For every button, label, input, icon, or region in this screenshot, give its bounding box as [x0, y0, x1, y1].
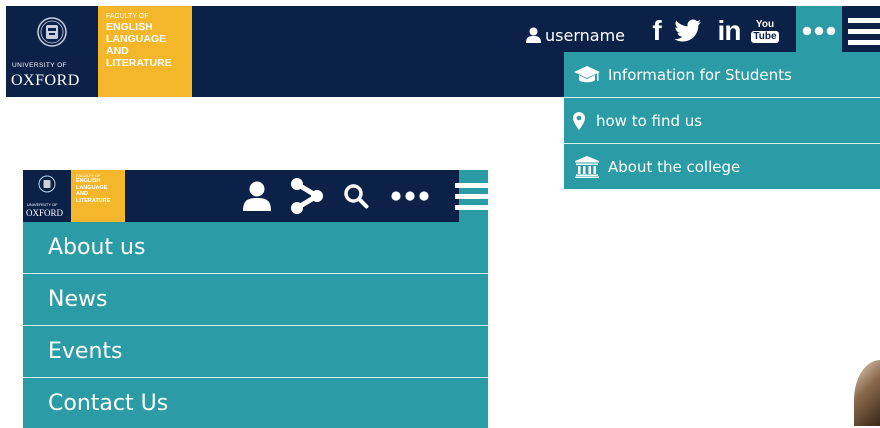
more-button[interactable]: [387, 174, 433, 218]
faculty-line: LITERATURE: [76, 197, 111, 204]
more-icon: [391, 191, 429, 201]
menu-item-label: About us: [48, 235, 146, 260]
menu-item-contact-us[interactable]: Contact Us: [23, 378, 488, 428]
dropdown-item-label: how to find us: [596, 111, 703, 130]
search-button[interactable]: [341, 174, 371, 218]
menu-item-label: Events: [48, 339, 123, 364]
oxford-logo[interactable]: UNIVERSITY OF OXFORD: [23, 170, 71, 222]
oxford-wordmark: OXFORD: [11, 72, 80, 89]
faculty-of-label: FACULTY OF: [106, 13, 149, 20]
menu-button[interactable]: [842, 6, 880, 56]
faculty-logo[interactable]: FACULTY OF ENGLISH LANGUAGE AND LITERATU…: [71, 170, 125, 222]
user-account-link[interactable]: username: [526, 20, 625, 50]
faculty-line: ENGLISH: [106, 21, 153, 33]
linkedin-link[interactable]: in: [712, 14, 746, 48]
oxford-logo[interactable]: UNIVERSITY OF OXFORD: [6, 6, 98, 97]
dropdown-item-label: Information for Students: [608, 65, 792, 84]
twitter-icon: [674, 19, 701, 42]
hamburger-bar: [454, 204, 493, 210]
hamburger-bar: [454, 193, 493, 199]
facebook-link[interactable]: f: [646, 14, 668, 48]
university-of-label: UNIVERSITY OF: [12, 62, 67, 69]
institution-icon: [572, 155, 602, 178]
hamburger-bar: [848, 17, 880, 23]
share-icon: [291, 178, 323, 214]
twitter-link[interactable]: [672, 14, 704, 48]
hamburger-bar: [848, 28, 880, 34]
graduation-cap-icon: [572, 65, 602, 85]
youtube-tube-label: Tube: [751, 30, 779, 43]
partial-photo: [854, 360, 880, 426]
dropdown-item-find-us[interactable]: how to find us: [564, 98, 880, 144]
facebook-icon: f: [652, 15, 662, 46]
dropdown-item-college[interactable]: About the college: [564, 144, 880, 189]
main-navigation-menu: About us News Events Contact Us: [23, 222, 488, 428]
menu-button[interactable]: [454, 170, 493, 222]
menu-item-label: News: [48, 287, 108, 312]
dropdown-item-label: About the college: [608, 157, 741, 176]
faculty-logo[interactable]: FACULTY OF ENGLISH LANGUAGE AND LITERATU…: [98, 6, 192, 97]
user-icon: [526, 27, 541, 43]
more-dropdown-menu: Information for Students how to find us …: [564, 52, 880, 189]
linkedin-icon: in: [717, 15, 742, 46]
menu-item-label: Contact Us: [48, 390, 169, 416]
username-label: username: [545, 25, 625, 45]
oxford-wordmark: OXFORD: [26, 208, 64, 218]
hamburger-bar: [454, 182, 493, 188]
hamburger-bar: [848, 39, 880, 45]
user-button[interactable]: [241, 174, 273, 218]
menu-item-events[interactable]: Events: [23, 326, 488, 378]
site-header-small: UNIVERSITY OF OXFORD FACULTY OF ENGLISH …: [23, 170, 493, 222]
university-of-label: UNIVERSITY OF: [27, 202, 58, 207]
youtube-you-label: You: [755, 18, 775, 30]
user-icon: [243, 181, 271, 211]
youtube-link[interactable]: You Tube: [751, 14, 779, 48]
search-icon: [344, 184, 369, 209]
faculty-line: LANGUAGE: [106, 33, 167, 45]
map-pin-icon: [572, 111, 586, 130]
dropdown-item-students[interactable]: Information for Students: [564, 52, 880, 98]
faculty-line: LITERATURE: [106, 57, 172, 69]
menu-item-news[interactable]: News: [23, 274, 488, 326]
share-button[interactable]: [289, 174, 325, 218]
more-icon: [802, 26, 836, 36]
youtube-icon: You Tube: [751, 18, 779, 43]
menu-item-about-us[interactable]: About us: [23, 222, 488, 274]
faculty-line: AND: [106, 45, 129, 57]
more-button[interactable]: [796, 6, 842, 56]
